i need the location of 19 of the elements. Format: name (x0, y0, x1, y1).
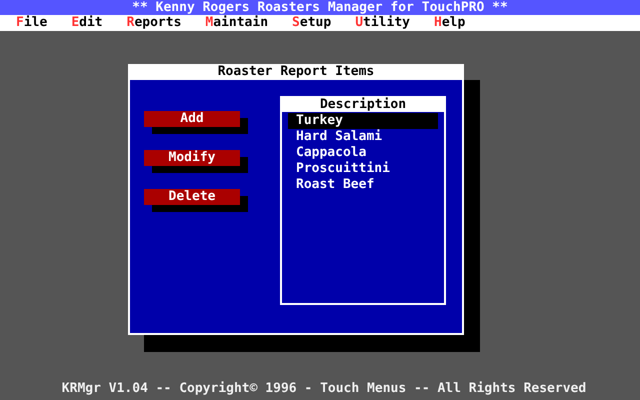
menu-item[interactable]: Setup (292, 15, 332, 31)
action-button[interactable]: Modify (144, 150, 240, 166)
menu-item[interactable]: File (16, 15, 48, 31)
action-button[interactable]: Add (144, 111, 240, 127)
menu-item[interactable]: Edit (71, 15, 103, 31)
window-title: ** Kenny Rogers Roasters Manager for TouchPRO ** (0, 0, 640, 15)
menu-item[interactable]: Reports (126, 15, 182, 31)
dialog-title: Roaster Report Items (216, 64, 376, 80)
column-header: Description (282, 98, 444, 112)
action-button[interactable]: Delete (144, 189, 240, 205)
list-item[interactable]: Cappacola (288, 145, 438, 161)
menu-item[interactable]: Help (434, 15, 466, 31)
menu-item[interactable]: Maintain (205, 15, 268, 31)
list-item[interactable]: Proscuittini (288, 161, 438, 177)
list-item[interactable]: Hard Salami (288, 129, 438, 145)
list-item[interactable]: Roast Beef (288, 177, 438, 193)
list-item[interactable]: Turkey (288, 113, 438, 129)
status-bar-text: KRMgr V1.04 -- Copyright© 1996 - Touch Menus -- All Rights Reserved (60, 381, 588, 398)
menu-item[interactable]: Utility (355, 15, 410, 31)
